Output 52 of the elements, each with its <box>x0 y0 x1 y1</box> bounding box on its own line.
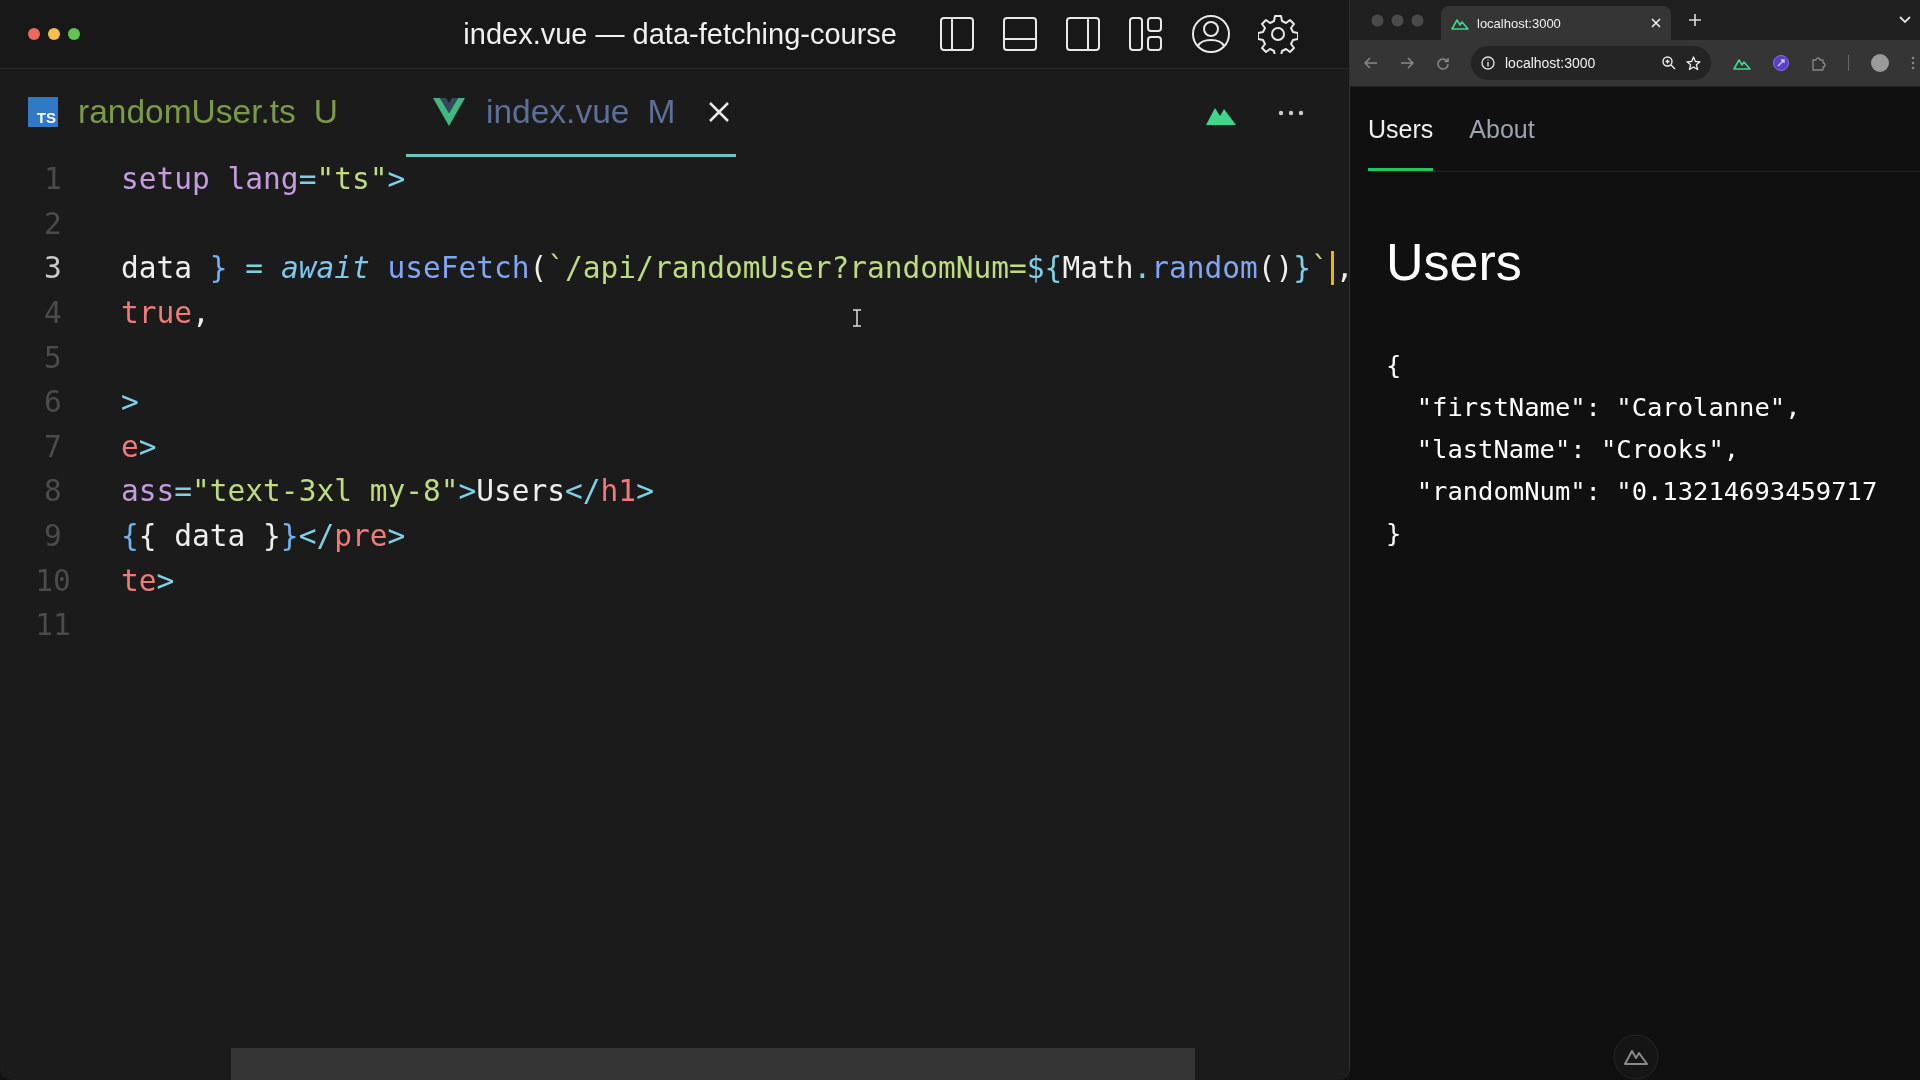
new-tab-icon[interactable] <box>1689 14 1701 26</box>
text-cursor-icon <box>852 309 862 327</box>
json-line: "lastName": "Crooks", <box>1415 433 1741 466</box>
editor-tab[interactable]: TS randomUser.ts U <box>0 69 406 157</box>
vue-icon <box>432 96 466 127</box>
primary-sidebar-icon[interactable] <box>939 16 975 52</box>
code-line: ass="text-3xl my-8">Users</h1> <box>121 474 654 509</box>
window-title: index.vue — data-fetching-course <box>462 17 897 51</box>
back-icon[interactable] <box>1364 57 1378 69</box>
more-actions-icon[interactable] <box>1277 109 1305 117</box>
zoom-icon[interactable] <box>1662 56 1676 70</box>
json-line: "firstName": "Carolanne", <box>1415 391 1802 424</box>
avatar-icon[interactable] <box>1871 54 1889 72</box>
window-control-icon[interactable] <box>67 27 81 41</box>
star-icon[interactable] <box>1686 55 1701 71</box>
nav-link[interactable]: About <box>1469 115 1535 171</box>
close-icon[interactable] <box>707 99 732 124</box>
horizontal-scrollbar[interactable] <box>231 1048 1195 1080</box>
json-line: "randomNum": "0.13214693459717 <box>1415 475 1879 508</box>
line-number: 3 <box>43 251 63 286</box>
json-line: } <box>1386 517 1403 550</box>
window-control-icon[interactable] <box>47 27 61 41</box>
code-line: {{ data }}</pre> <box>121 519 406 554</box>
json-line: { <box>1386 349 1403 382</box>
code-line: te> <box>121 563 175 598</box>
extension-icon[interactable] <box>1773 55 1789 71</box>
address-bar[interactable]: localhost:3000 <box>1471 46 1711 80</box>
code-line: > <box>121 385 139 420</box>
secondary-sidebar-icon[interactable] <box>1065 16 1101 52</box>
code-line: setup lang="ts"> <box>121 162 406 197</box>
window-control-icon[interactable] <box>27 27 41 41</box>
account-icon[interactable] <box>1191 14 1231 54</box>
reload-icon[interactable] <box>1436 56 1449 70</box>
nav-link[interactable]: Users <box>1368 115 1434 171</box>
nuxt-devtools-icon[interactable] <box>1613 1034 1659 1080</box>
settings-icon[interactable] <box>1258 14 1298 54</box>
code-line: e> <box>121 429 157 464</box>
layout-icon[interactable] <box>1128 16 1164 52</box>
info-icon[interactable] <box>1481 56 1495 70</box>
tab-list-icon[interactable] <box>1899 16 1911 24</box>
typescript-icon: TS <box>28 96 58 127</box>
page-heading: Users <box>1386 232 1523 292</box>
nuxt-icon[interactable] <box>1733 56 1751 70</box>
browser-tab[interactable]: localhost:3000 <box>1441 6 1671 40</box>
code-line: data } = await useFetch(`/api/randomUser?randomNum=${Math.random()}` , <box>121 251 1354 286</box>
puzzle-icon[interactable] <box>1811 55 1826 71</box>
browser-menu-icon[interactable] <box>1911 56 1915 70</box>
panel-icon[interactable] <box>1002 16 1038 52</box>
close-icon[interactable] <box>1651 18 1661 28</box>
forward-icon[interactable] <box>1400 57 1414 69</box>
nuxt-icon <box>1451 16 1469 30</box>
code-line: true, <box>121 296 210 331</box>
